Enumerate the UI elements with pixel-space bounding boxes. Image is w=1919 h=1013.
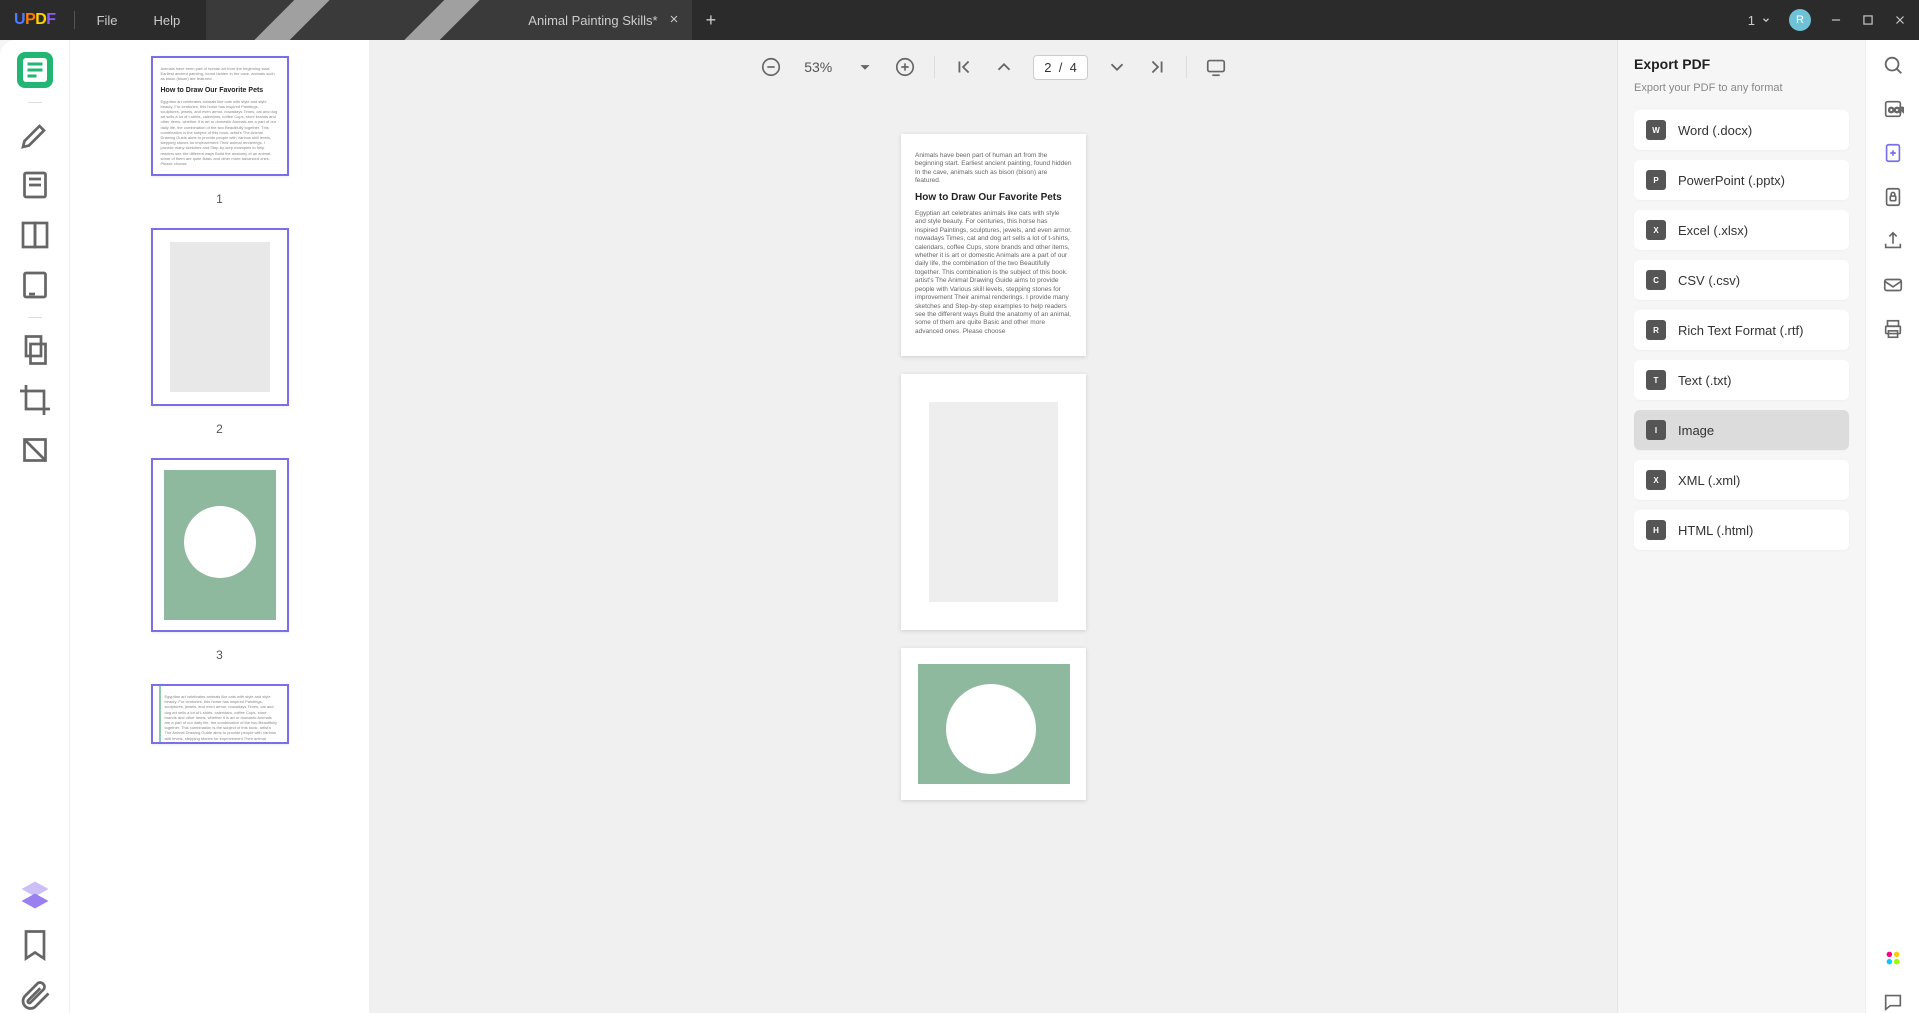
highlight-tool[interactable] — [17, 117, 53, 153]
ai-assistant-icon[interactable] — [1882, 947, 1904, 969]
presentation-button[interactable] — [1205, 56, 1227, 78]
csv-icon: C — [1646, 270, 1666, 290]
open-docs-count[interactable]: 1 — [1748, 13, 1771, 28]
rail-divider — [28, 317, 42, 318]
flower-dog-image — [918, 664, 1070, 784]
thumbnail-page-4[interactable]: Egyptian art celebrates animals like cat… — [151, 684, 289, 744]
protect-icon[interactable] — [1882, 186, 1904, 208]
print-icon[interactable] — [1882, 318, 1904, 340]
organize-pages-tool[interactable] — [17, 332, 53, 368]
thumbnail-label: 1 — [216, 192, 223, 206]
export-xml[interactable]: XXML (.xml) — [1634, 460, 1849, 500]
thumbnail-page-2[interactable] — [151, 228, 289, 406]
export-excel[interactable]: XExcel (.xlsx) — [1634, 210, 1849, 250]
rail-divider — [28, 102, 42, 103]
tab-title: Animal Painting Skills* — [528, 13, 657, 28]
document-viewport[interactable]: Animals have been part of human art from… — [370, 94, 1617, 1013]
export-html[interactable]: HHTML (.html) — [1634, 510, 1849, 550]
zoom-value: 53% — [800, 59, 836, 75]
flower-dog-thumb — [164, 470, 276, 620]
reader-tool[interactable] — [17, 52, 53, 88]
share-icon[interactable] — [1882, 230, 1904, 252]
titlebar-right: 1 R — [1748, 9, 1919, 31]
xml-icon: X — [1646, 470, 1666, 490]
view-toolbar: 53% 2 / 4 — [370, 40, 1617, 94]
text-icon: T — [1646, 370, 1666, 390]
titlebar: UPDF File Help Animal Painting Skills* +… — [0, 0, 1919, 40]
thumbnail-page-1[interactable]: Animals have been part of human art from… — [151, 56, 289, 176]
image-icon: I — [1646, 420, 1666, 440]
new-tab-button[interactable]: + — [692, 10, 731, 31]
first-page-button[interactable] — [953, 56, 975, 78]
menu-help[interactable]: Help — [136, 13, 199, 28]
maximize-icon[interactable] — [1861, 13, 1875, 27]
export-panel-subtitle: Export your PDF to any format — [1634, 82, 1849, 94]
word-icon: W — [1646, 120, 1666, 140]
export-icon[interactable] — [1882, 142, 1904, 164]
export-word[interactable]: WWord (.docx) — [1634, 110, 1849, 150]
minimize-icon[interactable] — [1829, 13, 1843, 27]
chevron-down-icon — [1761, 13, 1771, 28]
toolbar-divider — [934, 56, 935, 78]
redact-tool[interactable] — [17, 432, 53, 468]
prev-page-button[interactable] — [993, 56, 1015, 78]
search-icon[interactable] — [1882, 54, 1904, 76]
excel-icon: X — [1646, 220, 1666, 240]
edit-text-tool[interactable] — [17, 167, 53, 203]
page-indicator[interactable]: 2 / 4 — [1033, 55, 1088, 80]
export-image[interactable]: IImage — [1634, 410, 1849, 450]
svg-text:OCR: OCR — [1888, 106, 1904, 115]
divider — [74, 11, 75, 29]
menu-file[interactable]: File — [79, 13, 136, 28]
dog-sketch-thumb — [170, 242, 270, 392]
page-2 — [901, 374, 1086, 630]
thumbnail-panel: Animals have been part of human art from… — [70, 40, 370, 1013]
zoom-out-button[interactable] — [760, 56, 782, 78]
comment-icon[interactable] — [1882, 991, 1904, 1013]
dog-sketch-image — [929, 402, 1058, 602]
bookmarks-tool[interactable] — [17, 927, 53, 963]
tab-group: Animal Painting Skills* + — [206, 0, 730, 40]
close-window-icon[interactable] — [1893, 13, 1907, 27]
rtf-icon: R — [1646, 320, 1666, 340]
last-page-button[interactable] — [1146, 56, 1168, 78]
thumbnail-label: 3 — [216, 648, 223, 662]
email-icon[interactable] — [1882, 274, 1904, 296]
document-tab[interactable]: Animal Painting Skills* — [206, 0, 691, 40]
crop-tool[interactable] — [17, 382, 53, 418]
app-logo: UPDF — [0, 11, 70, 29]
toolbar-divider — [1186, 56, 1187, 78]
right-tool-rail: OCR — [1865, 40, 1919, 1013]
thumbnail-label: 2 — [216, 422, 223, 436]
user-avatar[interactable]: R — [1789, 9, 1811, 31]
left-tool-rail — [0, 40, 70, 1013]
document-area: 53% 2 / 4 Animals have been part of huma… — [370, 40, 1617, 1013]
next-page-button[interactable] — [1106, 56, 1128, 78]
page-layout-tool[interactable] — [17, 217, 53, 253]
zoom-dropdown-icon[interactable] — [854, 56, 876, 78]
export-rtf[interactable]: RRich Text Format (.rtf) — [1634, 310, 1849, 350]
close-icon[interactable] — [668, 13, 680, 28]
thumbnail-page-3[interactable] — [151, 458, 289, 632]
export-powerpoint[interactable]: PPowerPoint (.pptx) — [1634, 160, 1849, 200]
form-tool[interactable] — [17, 267, 53, 303]
export-panel-title: Export PDF — [1634, 56, 1849, 72]
layers-tool[interactable] — [17, 877, 53, 913]
zoom-in-button[interactable] — [894, 56, 916, 78]
export-text[interactable]: TText (.txt) — [1634, 360, 1849, 400]
page-3 — [901, 648, 1086, 800]
ocr-icon[interactable]: OCR — [1882, 98, 1904, 120]
html-icon: H — [1646, 520, 1666, 540]
page-1: Animals have been part of human art from… — [901, 134, 1086, 356]
export-csv[interactable]: CCSV (.csv) — [1634, 260, 1849, 300]
powerpoint-icon: P — [1646, 170, 1666, 190]
export-panel: Export PDF Export your PDF to any format… — [1617, 40, 1865, 1013]
attachments-tool[interactable] — [17, 977, 53, 1013]
